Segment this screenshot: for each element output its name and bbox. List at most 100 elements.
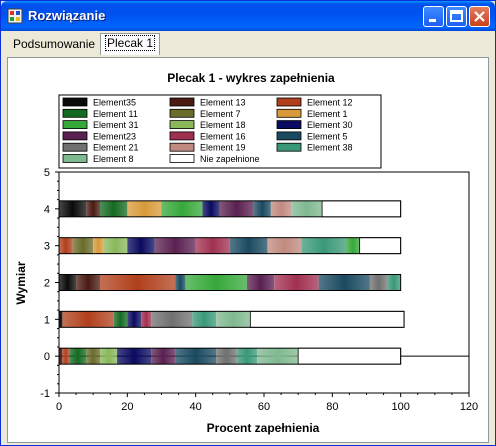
- tab-plecak-1[interactable]: Plecak 1: [100, 33, 161, 55]
- y-axis-label: Wymiar: [14, 261, 28, 304]
- bar-segment: [69, 348, 87, 365]
- legend-swatch: [62, 108, 88, 118]
- bar-segment: [62, 348, 70, 365]
- legend-label: Element 30: [307, 120, 353, 130]
- bar-segment: [59, 348, 63, 365]
- y-tick-label: 2: [44, 278, 50, 290]
- bar-segment: [229, 237, 268, 254]
- bar-segment: [151, 311, 193, 328]
- bar-segment: [154, 237, 196, 254]
- chart-panel: Plecak 1 - wykres zapełnienia Element35 E…: [7, 57, 489, 443]
- legend-swatch: [276, 120, 302, 129]
- bar-segment: [297, 347, 402, 365]
- legend-swatch: [169, 108, 195, 118]
- y-tick-label: 4: [44, 204, 50, 216]
- legend-swatch: [169, 97, 195, 107]
- bar-segment: [274, 274, 319, 291]
- bar-segment: [93, 237, 104, 254]
- bar-segment: [113, 311, 128, 328]
- bar-segment: [175, 348, 217, 365]
- chart-legend: Element35 Element 13 Element 12Element 11 E…: [58, 94, 382, 169]
- x-tick-label: 0: [56, 401, 62, 413]
- legend-label: Element 38: [307, 143, 353, 153]
- legend-swatch: [62, 97, 88, 107]
- bar-segment: [257, 348, 299, 365]
- bar-segment: [86, 348, 100, 365]
- legend-swatch: [276, 108, 302, 118]
- bar-segment: [62, 311, 114, 328]
- bar-segment: [175, 274, 186, 291]
- legend-label: Element 13: [200, 98, 246, 108]
- bar-segment: [369, 274, 387, 291]
- legend-swatch: [169, 131, 195, 141]
- bar-segment: [359, 237, 402, 255]
- title-bar[interactable]: Rozwiązanie: [1, 1, 495, 31]
- legend-swatch: [62, 142, 88, 152]
- y-tick-label: -1: [40, 388, 50, 400]
- legend-label: Element 1: [307, 109, 348, 119]
- legend-label: Element 12: [307, 98, 353, 108]
- bar-segment: [117, 348, 152, 365]
- window-title: Rozwiązanie: [28, 8, 106, 23]
- bar-segment: [86, 200, 100, 217]
- bar-segment: [151, 348, 176, 365]
- legend-swatch: [276, 131, 302, 141]
- bar-segment: [72, 237, 94, 254]
- chart-bars: [58, 200, 405, 365]
- bar-segment: [195, 237, 230, 254]
- bar-segment: [127, 200, 162, 217]
- close-button[interactable]: [469, 6, 490, 27]
- bar-segment: [161, 200, 203, 217]
- bar-segment: [76, 274, 100, 291]
- bar-segment: [202, 200, 220, 217]
- bar-segment: [100, 274, 176, 291]
- legend-label: Element23: [93, 131, 136, 141]
- legend-swatch: [62, 154, 88, 163]
- legend-swatch: [169, 120, 195, 129]
- bar-segment: [59, 237, 73, 254]
- x-tick-label: 80: [326, 401, 338, 413]
- bar-segment: [219, 200, 254, 217]
- minimize-button[interactable]: [423, 6, 444, 27]
- close-icon: [474, 11, 485, 22]
- fill-chart: Plecak 1 - wykres zapełnienia Element35 E…: [14, 71, 478, 435]
- bar-segment: [291, 200, 323, 217]
- maximize-icon: [450, 10, 463, 22]
- bar-segment: [387, 274, 401, 291]
- bar-segment: [100, 348, 118, 365]
- x-tick-label: 100: [391, 401, 409, 413]
- bar-segment: [270, 200, 292, 217]
- y-tick-label: 0: [44, 351, 50, 363]
- bar-segment: [100, 200, 128, 217]
- x-tick-label: 20: [121, 401, 133, 413]
- bar-segment: [318, 274, 370, 291]
- legend-swatch: [276, 97, 302, 107]
- x-tick-label: 60: [258, 401, 270, 413]
- bar-segment: [236, 348, 258, 365]
- legend-label: Element 5: [307, 131, 348, 141]
- app-icon: [7, 8, 23, 24]
- application-window: Rozwiązanie Podsumowanie Plecak 1 Plecak…: [0, 0, 496, 446]
- bar-segment: [301, 237, 346, 254]
- tab-plecak-1-label: Plecak 1: [105, 35, 156, 51]
- tab-podsumowanie[interactable]: Podsumowanie: [9, 35, 99, 54]
- y-tick-label: 5: [44, 167, 50, 179]
- legend-label: Nie zapełnione: [200, 154, 260, 164]
- legend-label: Element 16: [200, 131, 246, 141]
- bar-segment: [59, 311, 63, 328]
- x-axis-label: Procent zapełnienia: [207, 421, 320, 435]
- legend-label: Element 21: [93, 143, 139, 153]
- legend-label: Element 19: [200, 143, 246, 153]
- bar-segment: [267, 237, 302, 254]
- bar-segment: [321, 200, 402, 218]
- legend-swatch: [62, 120, 88, 129]
- y-tick-label: 3: [44, 241, 50, 253]
- legend-label: Element 7: [200, 109, 241, 119]
- chart-title: Plecak 1 - wykres zapełnienia: [167, 71, 335, 85]
- bar-segment: [253, 200, 271, 217]
- y-tick-label: 1: [44, 314, 50, 326]
- maximize-button[interactable]: [446, 6, 467, 27]
- legend-label: Element 8: [93, 154, 134, 164]
- legend-label: Element 31: [93, 120, 139, 130]
- legend-label: Element35: [93, 98, 136, 108]
